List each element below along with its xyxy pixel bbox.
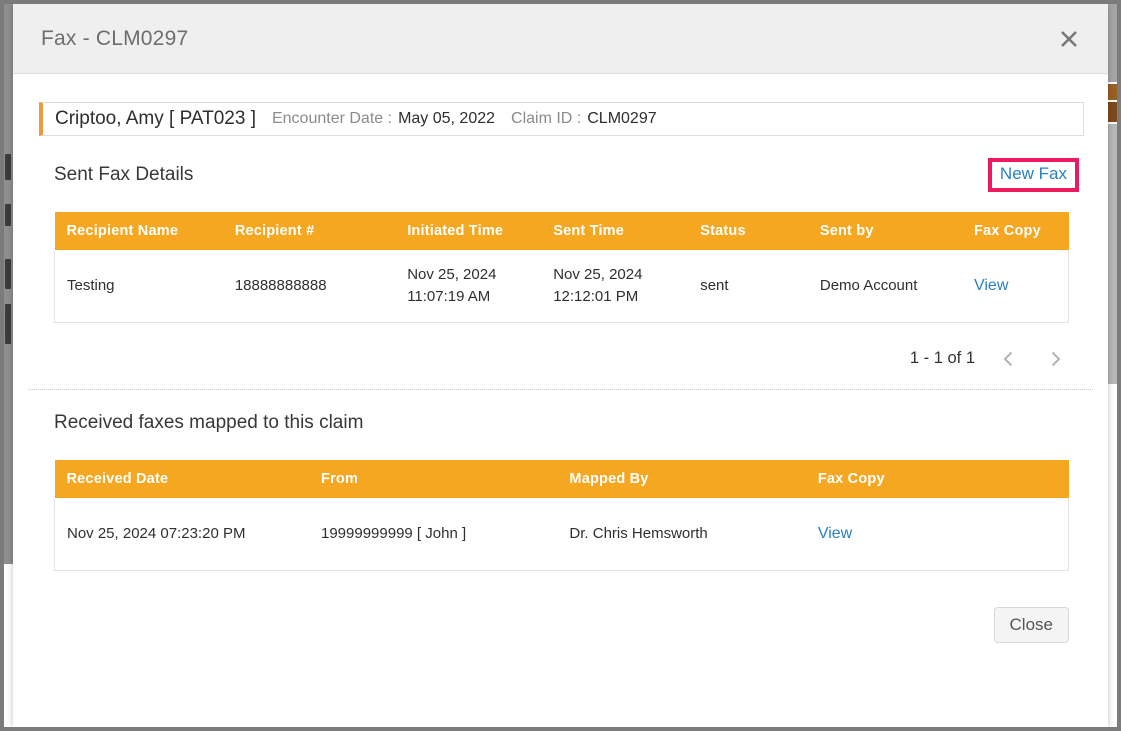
background-text-fragment — [5, 154, 11, 180]
fax-modal: Fax - CLM0297 Criptoo, Amy [ PAT023 ] En… — [13, 4, 1108, 727]
sent-fax-pagination: 1 - 1 of 1 — [54, 347, 1069, 371]
received-fax-table: Received Date From Mapped By Fax Copy No… — [54, 460, 1069, 572]
cell-from: 19999999999 [ John ] — [309, 498, 557, 571]
close-button[interactable]: Close — [994, 607, 1069, 643]
modal-body: Criptoo, Amy [ PAT023 ] Encounter Date :… — [13, 74, 1108, 727]
cell-initiated-time: Nov 25, 2024 11:07:19 AM — [395, 250, 541, 322]
col-mapped-by: Mapped By — [557, 460, 805, 498]
modal-header: Fax - CLM0297 — [13, 4, 1108, 74]
col-sent-by: Sent by — [808, 212, 962, 250]
screenshot-frame: Fax - CLM0297 Criptoo, Amy [ PAT023 ] En… — [0, 0, 1121, 731]
sent-fax-table-row: Testing 18888888888 Nov 25, 2024 11:07:1… — [55, 250, 1069, 322]
col-received-fax-copy: Fax Copy — [806, 460, 1069, 498]
modal-title: Fax - CLM0297 — [41, 27, 188, 51]
patient-info-bar: Criptoo, Amy [ PAT023 ] Encounter Date :… — [39, 102, 1084, 136]
sent-fax-section-header: Sent Fax Details New Fax — [54, 158, 1069, 192]
new-fax-highlight-annotation: New Fax — [988, 158, 1079, 192]
cell-received-date: Nov 25, 2024 07:23:20 PM — [55, 498, 310, 571]
background-fragment — [1108, 4, 1117, 82]
background-text-fragment — [5, 259, 11, 289]
patient-name: Criptoo, Amy [ PAT023 ] — [55, 108, 256, 130]
col-recipient-name: Recipient Name — [55, 212, 223, 250]
received-fax-section-header: Received faxes mapped to this claim — [54, 406, 1069, 440]
modal-footer: Close — [54, 607, 1069, 643]
sent-fax-table-header-row: Recipient Name Recipient # Initiated Tim… — [55, 212, 1069, 250]
new-fax-button[interactable]: New Fax — [1000, 164, 1067, 183]
claim-id-label: Claim ID : — [511, 110, 581, 128]
sent-fax-details-title: Sent Fax Details — [54, 164, 193, 186]
col-status: Status — [688, 212, 808, 250]
cell-mapped-by: Dr. Chris Hemsworth — [557, 498, 805, 571]
col-recipient-number: Recipient # — [223, 212, 395, 250]
received-fax-table-row: Nov 25, 2024 07:23:20 PM 19999999999 [ J… — [55, 498, 1069, 571]
background-fragment — [1108, 124, 1117, 384]
encounter-date-label: Encounter Date : — [272, 110, 392, 128]
encounter-date-value: May 05, 2022 — [398, 110, 495, 128]
col-fax-copy: Fax Copy — [962, 212, 1069, 250]
background-text-fragment — [5, 204, 11, 226]
cell-sent-by: Demo Account — [808, 250, 962, 322]
close-icon[interactable] — [1054, 24, 1084, 54]
cell-status: sent — [688, 250, 808, 322]
background-fragment — [1108, 102, 1117, 122]
received-fax-view-link[interactable]: View — [818, 525, 852, 542]
sent-fax-view-link[interactable]: View — [974, 277, 1008, 294]
pagination-next-icon[interactable] — [1043, 347, 1067, 371]
pagination-range-text: 1 - 1 of 1 — [910, 349, 975, 368]
section-divider — [28, 389, 1093, 390]
background-text-fragment — [5, 304, 11, 344]
cell-sent-time: Nov 25, 2024 12:12:01 PM — [541, 250, 688, 322]
claim-id-value: CLM0297 — [587, 110, 656, 128]
pagination-previous-icon[interactable] — [997, 347, 1021, 371]
sent-fax-table: Recipient Name Recipient # Initiated Tim… — [54, 212, 1069, 323]
cell-recipient-number: 18888888888 — [223, 250, 395, 322]
col-from: From — [309, 460, 557, 498]
col-received-date: Received Date — [55, 460, 310, 498]
background-fragment — [1108, 84, 1117, 100]
background-page-left-edge — [4, 4, 13, 564]
received-faxes-title: Received faxes mapped to this claim — [54, 412, 363, 434]
col-initiated-time: Initiated Time — [395, 212, 541, 250]
received-fax-table-header-row: Received Date From Mapped By Fax Copy — [55, 460, 1069, 498]
cell-recipient-name: Testing — [55, 250, 223, 322]
col-sent-time: Sent Time — [541, 212, 688, 250]
background-page-right-edge — [1108, 4, 1117, 727]
